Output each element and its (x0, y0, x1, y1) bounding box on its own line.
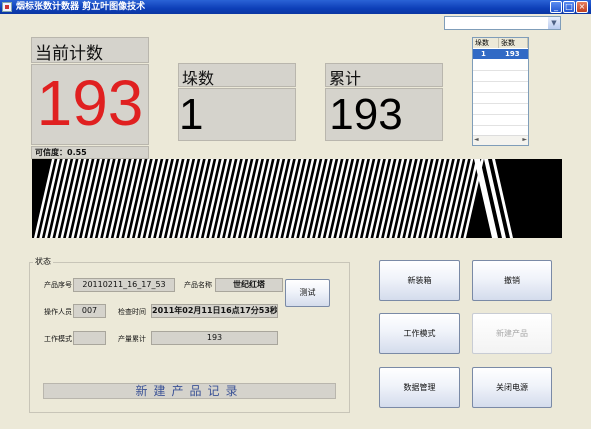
operator-label: 操作人员 (44, 308, 72, 316)
list-gridline (473, 125, 528, 126)
app-icon (2, 2, 12, 12)
list-gridline (473, 81, 528, 82)
horizontal-scrollbar[interactable]: ◄ ► (473, 135, 528, 145)
list-gridline (473, 103, 528, 104)
close-power-button[interactable]: 关闭电源 (472, 367, 552, 408)
product-serial-label: 产品序号 (44, 281, 72, 289)
product-total-label: 产量累计 (118, 335, 146, 343)
data-manage-button[interactable]: 数据管理 (379, 367, 460, 408)
new-box-button[interactable]: 新装箱 (379, 260, 460, 301)
chevron-left-icon[interactable]: ◄ (474, 136, 479, 144)
chevron-down-icon[interactable]: ▼ (548, 17, 560, 29)
product-total-field: 193 (151, 331, 278, 345)
operator-field: 007 (73, 304, 106, 318)
pile-count-label: 垛数 (182, 69, 215, 88)
new-product-record-banner: 新建产品记录 (43, 383, 336, 399)
check-time-label: 检查时间 (118, 308, 146, 316)
stack-image-svg (34, 159, 513, 238)
status-group-title: 状态 (33, 256, 53, 267)
current-count-label: 当前计数 (35, 44, 103, 64)
list-gridline (473, 70, 528, 71)
column-header-sheets[interactable]: 张数 (499, 38, 528, 48)
current-count-value: 193 (36, 67, 144, 139)
minimize-icon: _ (554, 2, 558, 11)
pile-count-value: 1 (179, 90, 204, 139)
minimize-button[interactable]: _ (550, 1, 562, 13)
stack-image (32, 159, 562, 238)
list-row[interactable]: 1 193 (473, 49, 528, 59)
new-product-button[interactable]: 新建产品 (472, 313, 552, 354)
list-gridline (473, 92, 528, 93)
maximize-icon: □ (565, 2, 573, 11)
chevron-right-icon[interactable]: ► (522, 136, 527, 144)
maximize-button[interactable]: □ (563, 1, 575, 13)
current-count-panel: 193 (31, 64, 149, 145)
confidence-text: 可信度：0.55 (35, 148, 87, 157)
undo-button[interactable]: 撤销 (472, 260, 552, 301)
stack-list[interactable]: 垛数 张数 1 193 ◄ ► (472, 37, 529, 146)
pile-count-label-box: 垛数 (178, 63, 296, 88)
pile-count-panel: 1 (178, 88, 296, 141)
window-title: 烟标张数计数器 剪立叶图像技术 (16, 2, 146, 12)
total-panel: 193 (325, 88, 443, 141)
test-button[interactable]: 测试 (285, 279, 330, 307)
work-mode-button[interactable]: 工作模式 (379, 313, 460, 354)
work-mode-label: 工作模式 (44, 335, 72, 343)
product-serial-field: 20110211_16_17_53 (73, 278, 175, 292)
product-name-field: 世纪红塔 (215, 278, 283, 292)
total-value: 193 (329, 90, 403, 139)
title-bar: 烟标张数计数器 剪立叶图像技术 _ □ × (0, 0, 591, 14)
list-cell-sheets: 193 (505, 50, 520, 58)
list-cell-pile: 1 (481, 50, 486, 58)
total-label: 累计 (329, 69, 362, 88)
top-select[interactable]: ▼ (444, 16, 561, 30)
confidence-box: 可信度：0.55 (31, 146, 149, 159)
list-gridline (473, 114, 528, 115)
check-time-field: 2011年02月11日16点17分53秒 (151, 304, 278, 318)
current-count-label-box: 当前计数 (31, 37, 149, 64)
close-button[interactable]: × (576, 1, 588, 13)
product-name-label: 产品名称 (184, 281, 212, 289)
close-icon: × (578, 2, 586, 11)
total-label-box: 累计 (325, 63, 443, 88)
work-mode-field (73, 331, 106, 345)
column-header-pile[interactable]: 垛数 (473, 38, 499, 48)
